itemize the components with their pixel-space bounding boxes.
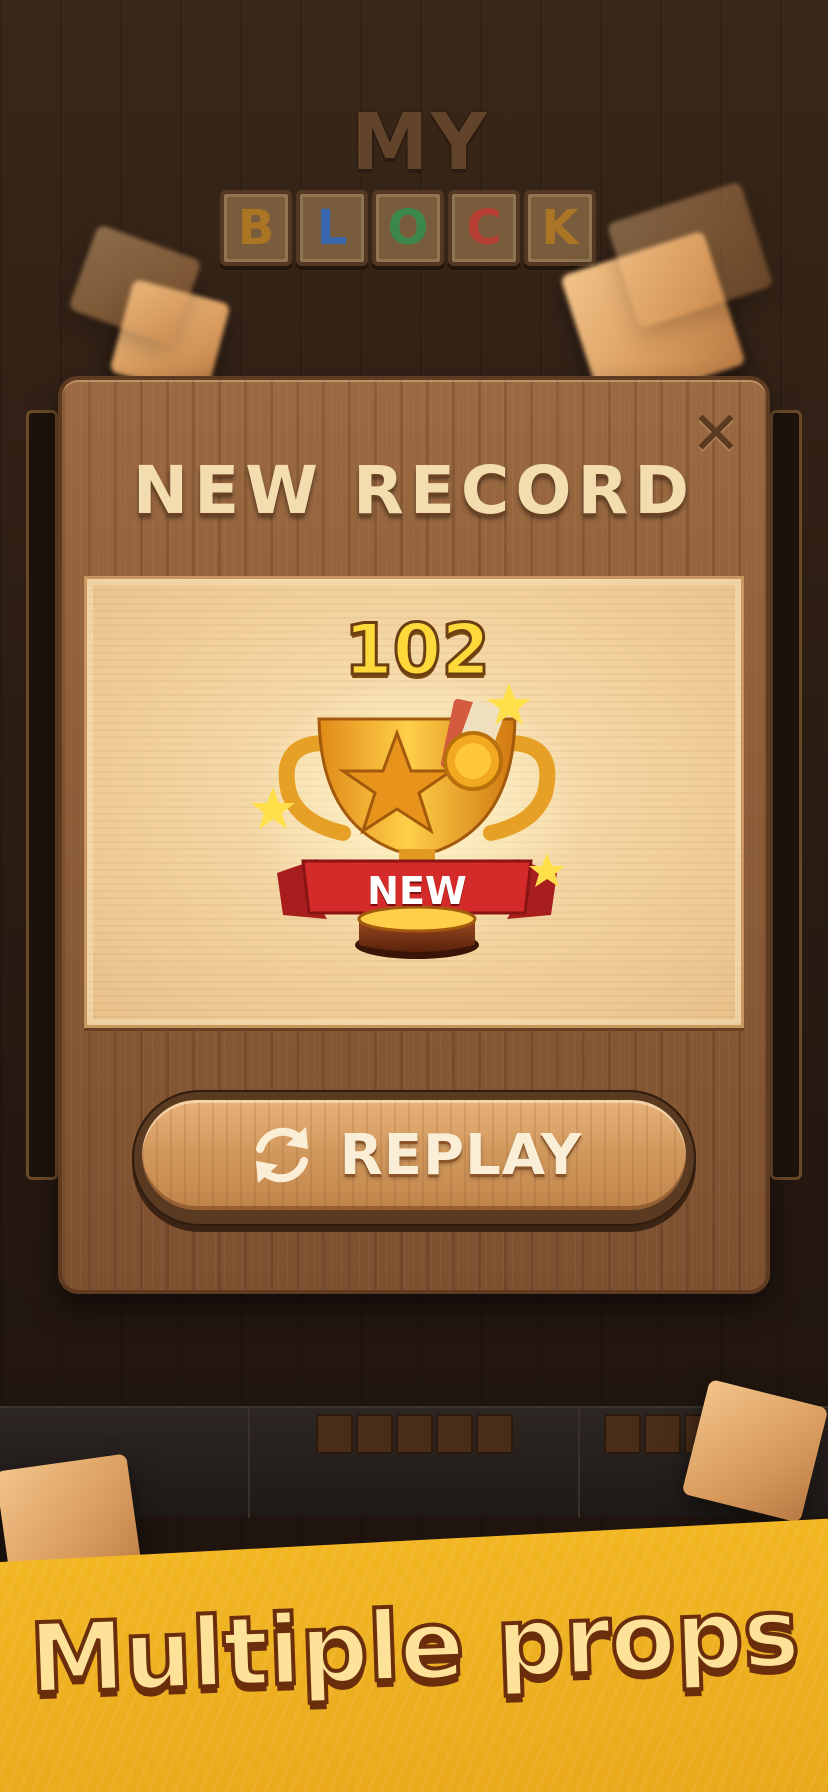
new-record-dialog: ✕ NEW RECORD 102 NEW REPLAY: [62, 380, 766, 1290]
piece-cell: [436, 1414, 473, 1454]
replay-button-face: REPLAY: [142, 1100, 686, 1210]
board-edge-right: [770, 410, 802, 1180]
game-logo: MY B L O C K: [220, 98, 610, 288]
replay-label: REPLAY: [339, 1122, 583, 1188]
piece-cell: [476, 1414, 513, 1454]
logo-tile: L: [296, 190, 368, 266]
replay-button[interactable]: REPLAY: [132, 1090, 696, 1226]
logo-tile: K: [524, 190, 596, 266]
dialog-title: NEW RECORD: [132, 452, 696, 529]
logo-my-text: MY: [350, 98, 490, 188]
score-value: 102: [342, 608, 491, 693]
logo-tile: O: [372, 190, 444, 266]
piece-cell: [396, 1414, 433, 1454]
piece-preview[interactable]: [316, 1414, 513, 1454]
piece-cell: [604, 1414, 641, 1454]
trophy-ribbon-label: NEW: [367, 869, 467, 913]
refresh-icon: [255, 1127, 308, 1183]
trophy-icon: [247, 683, 587, 963]
piece-cell: [316, 1414, 353, 1454]
logo-tile: B: [220, 190, 292, 266]
logo-tile: C: [448, 190, 520, 266]
piece-cell: [644, 1414, 681, 1454]
piece-cell: [356, 1414, 393, 1454]
board-edge-left: [26, 410, 58, 1180]
logo-tiles: B L O C K: [220, 190, 596, 266]
record-panel: 102 NEW: [84, 576, 744, 1028]
